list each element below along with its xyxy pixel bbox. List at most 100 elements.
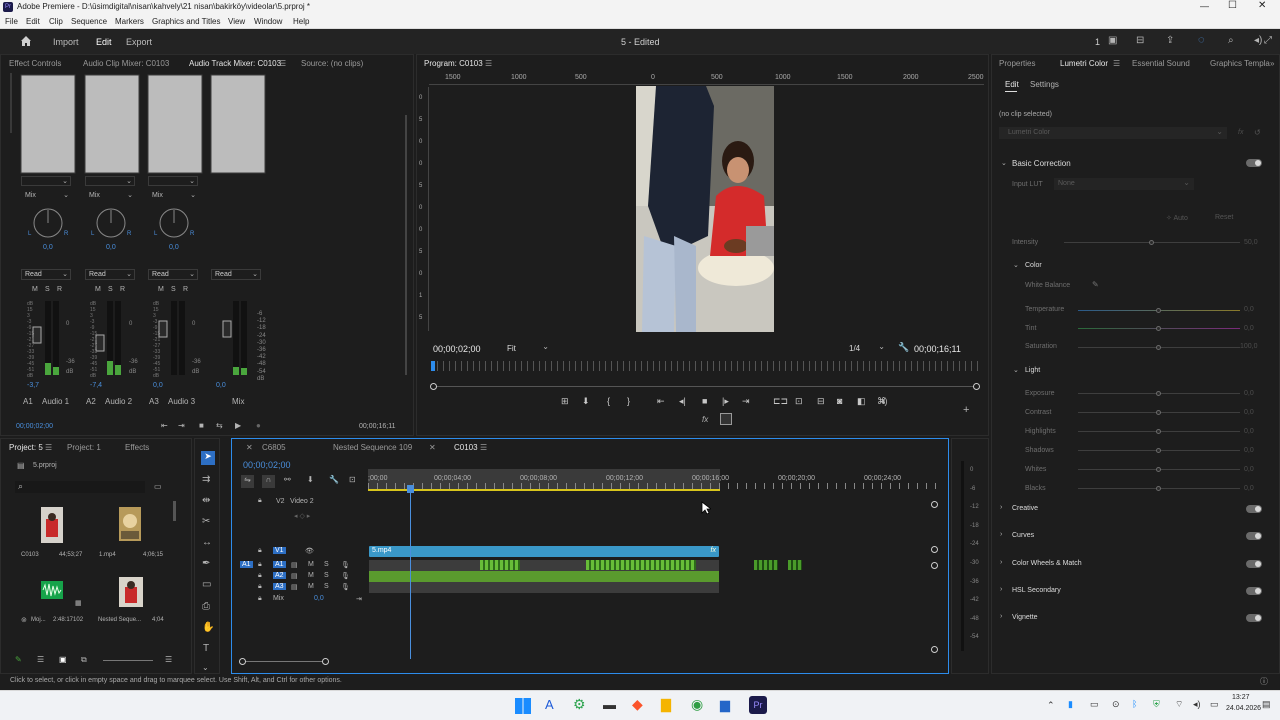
volume-value-mix[interactable]: 0,0 (216, 382, 226, 389)
record-button-2[interactable]: R (120, 286, 125, 293)
pan-value-3[interactable]: 0,0 (169, 244, 179, 251)
app-icon-monitor[interactable]: ▬ (603, 697, 616, 712)
step-forward-icon[interactable]: |▸ (722, 396, 729, 407)
sort-icon[interactable]: ☰ (165, 655, 172, 664)
tab-project-5[interactable]: Project: 5 (9, 443, 43, 452)
section-color[interactable]: Color (1025, 262, 1042, 269)
track-scroll-handle[interactable] (931, 562, 938, 569)
curves-toggle[interactable] (1246, 532, 1262, 540)
tab-properties[interactable]: Properties (999, 59, 1035, 68)
mode-dropdown-2[interactable]: Mix ⌄ (85, 191, 135, 201)
section-creative[interactable]: Creative (1012, 505, 1038, 512)
solo-button-1[interactable]: S (45, 286, 50, 293)
input-dropdown-3[interactable]: ⌄ (148, 176, 198, 186)
menu-edit[interactable]: Edit (26, 17, 40, 26)
panel-menu-icon[interactable]: ☰ (485, 59, 492, 68)
input-dropdown-2[interactable]: ⌄ (85, 176, 135, 186)
nest-toggle-icon[interactable]: ⇋ (241, 475, 254, 488)
go-to-in-icon[interactable]: ⇤ (161, 421, 168, 430)
solo-label[interactable]: S (324, 572, 329, 579)
pan-knob-3[interactable] (159, 208, 189, 238)
mute-label[interactable]: M (308, 572, 314, 579)
section-color-wheels[interactable]: Color Wheels & Match (1012, 560, 1082, 567)
automation-dropdown-3[interactable]: Read ⌄ (148, 269, 198, 280)
lift-icon[interactable]: ⊞ (561, 396, 569, 407)
tab-sequence-c6805[interactable]: C6805 (262, 443, 286, 452)
sync-lock-icon[interactable]: ▤ (291, 561, 298, 569)
slip-tool-icon[interactable]: ↔ (202, 537, 212, 548)
menu-graphics[interactable]: Graphics and Titles (152, 17, 220, 26)
wrench-icon[interactable]: 🔧 (898, 342, 909, 353)
tab-program[interactable]: Program: C0103 (424, 59, 483, 68)
solo-button-2[interactable]: S (108, 286, 113, 293)
subtab-edit[interactable]: Edit (1005, 80, 1019, 89)
battery-icon[interactable]: ▭ (1210, 699, 1219, 710)
go-to-in-icon[interactable]: ⇤ (657, 396, 665, 407)
maximize-button[interactable]: ☐ (1228, 0, 1237, 11)
text-edit-tool-icon[interactable]: ⎙ (202, 601, 210, 612)
fullscreen-icon[interactable]: ⤢ (1264, 35, 1272, 46)
freeform-view-icon[interactable]: ⧉ (81, 655, 87, 665)
settings-wrench-icon[interactable]: 🔧 (329, 475, 339, 484)
automation-dropdown-2[interactable]: Read ⌄ (85, 269, 135, 280)
lock-icon[interactable]: 🔒︎ (258, 561, 262, 569)
menu-sequence[interactable]: Sequence (71, 17, 107, 26)
saturation-slider-handle[interactable] (1156, 345, 1161, 350)
mixer-scrollbar[interactable] (405, 115, 407, 375)
track-target-v1[interactable]: V1 (273, 547, 286, 554)
section-curves[interactable]: Curves (1012, 532, 1034, 539)
temperature-slider-handle[interactable] (1156, 308, 1161, 313)
export-tab[interactable]: Export (126, 37, 152, 47)
snap-icon[interactable]: ∩ (262, 475, 275, 488)
rectangle-tool-icon[interactable]: ▭ (202, 579, 211, 590)
pencil-icon[interactable]: ✎ (15, 655, 22, 664)
mark-out-icon[interactable]: } (627, 396, 630, 406)
panel-menu-icon[interactable]: ☰ (45, 443, 52, 452)
home-icon[interactable] (20, 35, 32, 47)
blacks-value[interactable]: 0,0 (1244, 485, 1254, 492)
timeline-zoom-handle-right[interactable] (322, 658, 329, 665)
whites-slider-handle[interactable] (1156, 467, 1161, 472)
overwrite-icon[interactable]: ⊡ (795, 396, 803, 407)
menu-window[interactable]: Window (254, 17, 282, 26)
audio-clip-a3[interactable] (369, 582, 719, 593)
record-icon[interactable]: ● (256, 421, 261, 430)
workspace-icon[interactable]: ▣ (1108, 35, 1117, 46)
tray-chevron-icon[interactable]: ⌃ (1047, 700, 1055, 711)
tab-lumetri-color[interactable]: Lumetri Color (1060, 59, 1108, 68)
creative-toggle[interactable] (1246, 505, 1262, 513)
tab-effects[interactable]: Effects (125, 443, 149, 452)
contrast-slider-handle[interactable] (1156, 410, 1161, 415)
panel-menu-icon[interactable]: ☰ (1113, 59, 1120, 68)
search-input[interactable]: ⌕ (15, 481, 145, 493)
notifications-icon[interactable]: ▤ (1262, 699, 1271, 710)
reset-button[interactable]: Reset (1215, 214, 1233, 221)
lock-icon[interactable]: 🔒︎ (258, 572, 262, 580)
mute-label[interactable]: M (308, 561, 314, 568)
source-patch-a1[interactable]: A1 (240, 561, 253, 568)
go-to-out-icon[interactable]: ⇥ (178, 421, 185, 430)
resolution-dropdown[interactable]: 1/4 ⌄ (845, 342, 889, 354)
zoom-scrollbar[interactable] (431, 386, 979, 387)
zoom-handle-right[interactable] (973, 383, 980, 390)
subtab-settings[interactable]: Settings (1030, 80, 1059, 89)
brave-browser-icon[interactable]: ◆ (632, 696, 643, 713)
step-back-icon[interactable]: ◂| (679, 396, 686, 407)
playhead-handle[interactable] (407, 485, 414, 493)
input-lut-dropdown[interactable]: None ⌄ (1054, 178, 1194, 190)
solo-label[interactable]: S (324, 561, 329, 568)
app-icon-blue[interactable]: ▆ (720, 697, 730, 713)
pan-knob-1[interactable] (33, 208, 63, 238)
mixer-timecode-left[interactable]: 00;00;02;00 (16, 423, 53, 430)
more-tools-icon[interactable]: ⌄ (202, 663, 209, 672)
tray-icon-3[interactable]: ⊙ (1112, 699, 1120, 710)
project-scrollbar[interactable] (173, 501, 176, 521)
saturation-value[interactable]: 100,0 (1240, 343, 1258, 350)
menu-file[interactable]: File (5, 17, 18, 26)
project-item-thumb-3[interactable] (41, 581, 63, 599)
pen-tool-icon[interactable]: ✒ (202, 558, 210, 569)
timeline-ruler[interactable]: ;00;00 00;00;04;00 00;00;08;00 00;00;12;… (368, 469, 938, 493)
icon-view-icon[interactable]: ▣ (59, 655, 67, 664)
type-tool-icon[interactable]: T (203, 643, 209, 654)
chrome-icon[interactable]: ◉ (691, 696, 703, 713)
